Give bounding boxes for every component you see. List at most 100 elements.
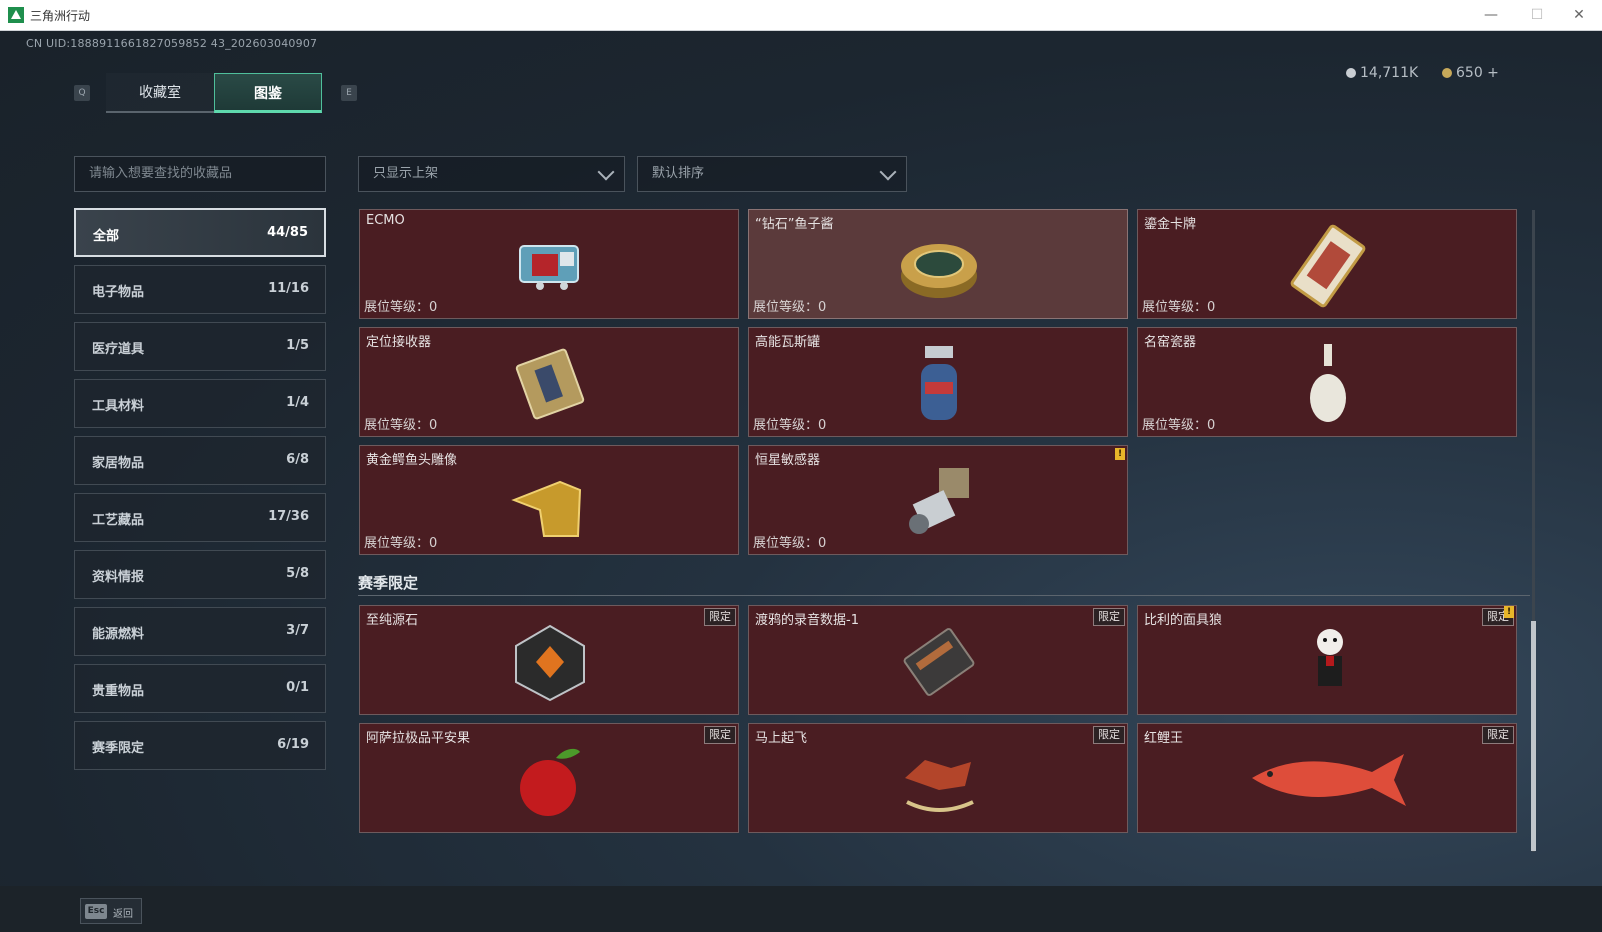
item-level: 展位等级：0 <box>753 418 827 433</box>
close-button[interactable]: ✕ <box>1556 0 1602 31</box>
limited-badge: 限定 <box>1093 726 1125 744</box>
category-count: 44/85 <box>267 225 308 240</box>
red-carp-icon <box>1252 754 1406 806</box>
tab-catalog[interactable]: 图鉴 <box>214 73 322 113</box>
back-button[interactable]: Esc 返回 <box>80 898 142 924</box>
item-card[interactable]: 高能瓦斯罐 展位等级：0 <box>748 327 1128 437</box>
category-label: 工艺藏品 <box>92 513 145 528</box>
category-count: 6/8 <box>286 452 309 467</box>
item-level: 展位等级：0 <box>753 300 827 315</box>
recorder-icon <box>903 628 975 696</box>
item-name: 黄金鳄鱼头雕像 <box>366 453 458 468</box>
item-name: 至纯源石 <box>366 613 419 628</box>
category-count: 17/36 <box>268 509 309 524</box>
item-card[interactable]: 定位接收器 展位等级：0 <box>359 327 739 437</box>
item-name: “钻石”鱼子酱 <box>755 217 834 232</box>
item-name: 比利的面具狼 <box>1144 613 1223 628</box>
limited-badge: 限定 <box>704 608 736 626</box>
window-titlebar: 三角洲行动 — ☐ ✕ <box>0 0 1602 31</box>
rocking-horse-icon <box>905 760 974 812</box>
category-tools[interactable]: 工具材料 1/4 <box>74 379 326 428</box>
gold-coin-icon <box>1442 68 1452 78</box>
category-electronics[interactable]: 电子物品 11/16 <box>74 265 326 314</box>
sort-dropdown[interactable]: 默认排序 <box>637 156 907 192</box>
window-title: 三角洲行动 <box>30 9 91 23</box>
category-label: 贵重物品 <box>92 684 145 699</box>
item-name: ECMO <box>366 213 405 228</box>
maximize-button[interactable]: ☐ <box>1514 0 1560 31</box>
footer-bar: Esc 返回 <box>0 886 1602 932</box>
next-tab-key-hint[interactable]: E <box>341 85 357 101</box>
category-all[interactable]: 全部 44/85 <box>74 208 326 257</box>
search-input[interactable]: 请输入想要查找的收藏品 <box>74 156 326 192</box>
item-name: 红鲤王 <box>1144 731 1184 746</box>
category-label: 资料情报 <box>92 570 145 585</box>
limited-badge: 限定 <box>1482 726 1514 744</box>
item-card[interactable]: 名窑瓷器 展位等级：0 <box>1137 327 1517 437</box>
category-count: 5/8 <box>286 566 309 581</box>
section-title: 赛季限定 <box>358 574 419 592</box>
category-crafts[interactable]: 工艺藏品 17/36 <box>74 493 326 542</box>
category-season[interactable]: 赛季限定 6/19 <box>74 721 326 770</box>
gas-canister-icon <box>921 346 957 420</box>
category-count: 1/4 <box>286 395 309 410</box>
shelf-filter-dropdown[interactable]: 只显示上架 <box>358 156 625 192</box>
category-count: 6/19 <box>277 737 309 752</box>
item-level: 展位等级：0 <box>1142 300 1216 315</box>
category-label: 家居物品 <box>92 456 145 471</box>
category-label: 赛季限定 <box>92 741 145 756</box>
item-level: 展位等级：0 <box>1142 418 1216 433</box>
item-card[interactable]: 鎏金卡牌 展位等级：0 <box>1137 209 1517 319</box>
item-level: 展位等级：0 <box>364 536 438 551</box>
category-intel[interactable]: 资料情报 5/8 <box>74 550 326 599</box>
category-count: 1/5 <box>286 338 309 353</box>
billy-puppet-icon <box>1317 629 1343 686</box>
receiver-icon <box>515 348 585 420</box>
item-name: 渡鸦的录音数据-1 <box>755 613 859 628</box>
uid-label: CN UID:1888911661827059852 43_2026030409… <box>26 37 318 50</box>
item-name: 定位接收器 <box>366 335 432 350</box>
item-card[interactable]: 马上起飞 限定 <box>748 723 1128 833</box>
scrollbar-thumb[interactable] <box>1531 621 1536 851</box>
item-name: 马上起飞 <box>755 731 808 746</box>
category-count: 11/16 <box>268 281 309 296</box>
star-sensor-icon <box>909 468 969 534</box>
item-card[interactable]: 渡鸦的录音数据-1 限定 <box>748 605 1128 715</box>
item-card[interactable]: 红鲤王 限定 <box>1137 723 1517 833</box>
category-label: 全部 <box>93 229 120 244</box>
item-card[interactable]: ECMO 展位等级：0 <box>359 209 739 319</box>
minimize-button[interactable]: — <box>1468 0 1514 31</box>
category-household[interactable]: 家居物品 6/8 <box>74 436 326 485</box>
item-card[interactable]: 恒星敏感器 展位等级：0 ! <box>748 445 1128 555</box>
item-card[interactable]: 黄金鳄鱼头雕像 展位等级：0 <box>359 445 739 555</box>
app-logo-icon <box>8 7 24 23</box>
category-medical[interactable]: 医疗道具 1/5 <box>74 322 326 371</box>
category-label: 医疗道具 <box>92 342 145 357</box>
item-card[interactable]: 比利的面具狼 限定 ! <box>1137 605 1517 715</box>
limited-badge: 限定 <box>704 726 736 744</box>
item-name: 名窑瓷器 <box>1144 335 1197 350</box>
chevron-down-icon <box>597 163 615 181</box>
game-screen: CN UID:1888911661827059852 43_2026030409… <box>0 31 1602 932</box>
category-label: 工具材料 <box>92 399 145 414</box>
category-valuables[interactable]: 贵重物品 0/1 <box>74 664 326 713</box>
item-name: 鎏金卡牌 <box>1144 217 1197 232</box>
warning-icon: ! <box>1504 606 1514 618</box>
item-card[interactable]: “钻石”鱼子酱 展位等级：0 <box>748 209 1128 319</box>
limited-badge: 限定 <box>1093 608 1125 626</box>
item-level: 展位等级：0 <box>364 300 438 315</box>
prev-tab-key-hint[interactable]: Q <box>74 85 90 101</box>
tab-collection-room[interactable]: 收藏室 <box>106 73 214 113</box>
gold-crocodile-icon <box>511 480 582 537</box>
category-count: 3/7 <box>286 623 309 638</box>
category-count: 0/1 <box>286 680 309 695</box>
item-card[interactable]: 至纯源石 限定 <box>359 605 739 715</box>
caviar-tin-icon <box>901 244 977 298</box>
category-label: 电子物品 <box>92 285 145 300</box>
warning-icon: ! <box>1115 448 1125 460</box>
apple-icon <box>520 748 580 816</box>
item-card[interactable]: 阿萨拉极品平安果 限定 <box>359 723 739 833</box>
gold-currency[interactable]: 650 + <box>1442 65 1499 81</box>
category-energy[interactable]: 能源燃料 3/7 <box>74 607 326 656</box>
esc-key-hint: Esc <box>85 904 107 919</box>
